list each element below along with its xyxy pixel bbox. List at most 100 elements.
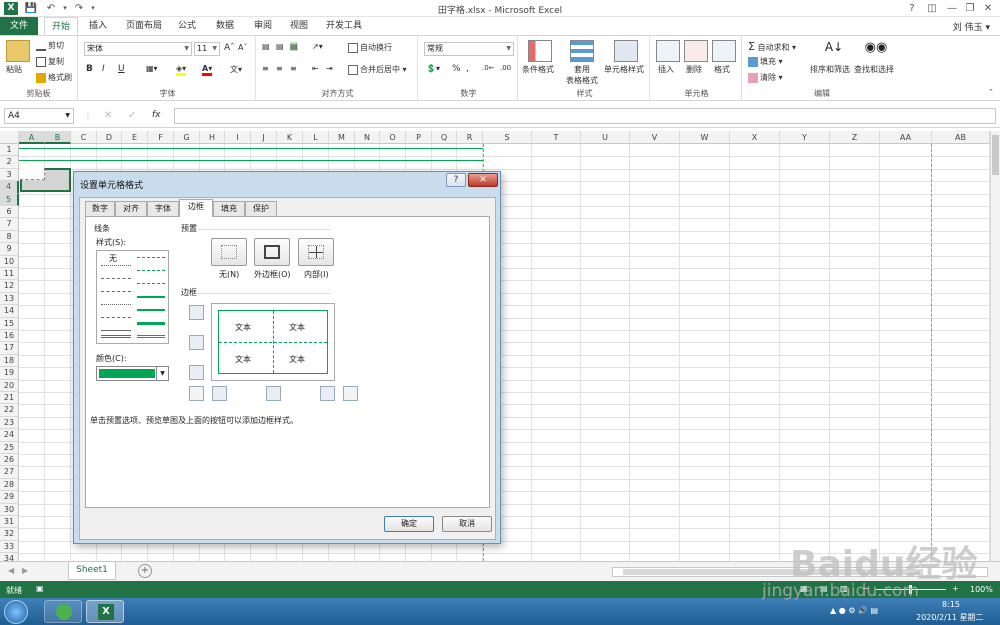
row-header[interactable]: 4 <box>0 181 19 194</box>
border-left-button[interactable] <box>212 386 227 401</box>
sheet-tab-sheet1[interactable]: Sheet1 <box>68 562 116 580</box>
row-header[interactable]: 9 <box>0 243 19 256</box>
bold-button[interactable]: B <box>86 64 93 74</box>
row-header[interactable]: 7 <box>0 218 19 231</box>
column-header[interactable]: S <box>483 131 532 144</box>
delete-cells-icon[interactable] <box>684 40 708 62</box>
sort-filter-button[interactable]: 排序和筛选 <box>810 64 850 75</box>
row-header[interactable]: 18 <box>0 354 19 368</box>
wrap-text-button[interactable]: 自动换行 <box>348 42 392 53</box>
column-header[interactable]: Y <box>780 131 830 144</box>
cell-styles-icon[interactable] <box>614 40 638 62</box>
row-header[interactable]: 30 <box>0 503 19 516</box>
row-header[interactable]: 27 <box>0 466 19 479</box>
column-header[interactable]: Z <box>830 131 880 144</box>
active-cell[interactable] <box>20 168 45 180</box>
line-style-list[interactable]: 无 <box>96 250 169 344</box>
binoculars-icon[interactable]: ◉◉ <box>864 40 888 62</box>
format-cells-button[interactable]: 格式 <box>714 64 730 75</box>
border-diagonal-up-button[interactable] <box>189 386 204 401</box>
comma-button[interactable]: , <box>466 64 469 74</box>
line-style-option[interactable] <box>137 296 165 298</box>
tab-review[interactable]: 审阅 <box>248 17 278 35</box>
column-header[interactable]: I <box>225 131 251 144</box>
align-center-icon[interactable]: ≡ <box>276 64 283 73</box>
row-header[interactable]: 34 <box>0 553 19 561</box>
row-header[interactable]: 19 <box>0 367 19 380</box>
line-style-option[interactable] <box>101 291 131 292</box>
insert-function-icon[interactable]: fx <box>152 110 161 120</box>
tab-formulas[interactable]: 公式 <box>172 17 202 35</box>
preset-outline-button[interactable] <box>254 238 290 266</box>
align-top-icon[interactable]: ▤ <box>262 42 270 51</box>
column-header[interactable]: V <box>630 131 680 144</box>
column-header[interactable]: M <box>329 131 355 144</box>
fill-button[interactable]: 填充 ▾ <box>748 56 783 67</box>
column-header[interactable]: Q <box>432 131 457 144</box>
row-header[interactable]: 25 <box>0 441 19 454</box>
preset-inside-button[interactable] <box>298 238 334 266</box>
column-header[interactable]: X <box>730 131 780 144</box>
taskbar-app-excel[interactable]: X <box>86 600 124 623</box>
line-style-option[interactable] <box>137 283 165 284</box>
row-header[interactable]: 32 <box>0 528 19 541</box>
tab-view[interactable]: 视图 <box>284 17 314 35</box>
column-header[interactable]: B <box>45 131 71 144</box>
column-header[interactable]: R <box>457 131 483 144</box>
minimize-icon[interactable]: — <box>942 1 962 16</box>
sort-filter-icon[interactable]: A↓ <box>822 40 846 62</box>
borders-icon[interactable]: ▦▾ <box>146 64 158 73</box>
format-table-button[interactable]: 套用 表格格式 <box>562 64 602 86</box>
row-header[interactable]: 13 <box>0 292 19 306</box>
line-style-option[interactable] <box>137 257 165 258</box>
shrink-font-icon[interactable]: Aˇ <box>238 43 247 52</box>
dialog-tab-number[interactable]: 数字 <box>85 201 115 216</box>
row-header[interactable]: 10 <box>0 255 19 268</box>
row-header[interactable]: 5 <box>0 193 19 206</box>
align-middle-icon[interactable]: ▤ <box>276 42 284 51</box>
merge-center-button[interactable]: 合并后居中 ▾ <box>348 64 407 75</box>
row-header[interactable]: 11 <box>0 268 19 281</box>
preset-none-button[interactable] <box>211 238 247 266</box>
tray-icons[interactable]: ▲ ● ⚙ 🔊 ▤ <box>830 606 878 615</box>
vertical-scrollbar[interactable] <box>990 131 1000 561</box>
column-header[interactable]: D <box>97 131 122 144</box>
column-header[interactable]: E <box>122 131 148 144</box>
tab-data[interactable]: 数据 <box>210 17 240 35</box>
taskbar-app-browser[interactable] <box>44 600 82 623</box>
row-header[interactable]: 20 <box>0 379 19 392</box>
line-style-option[interactable] <box>101 335 131 338</box>
add-sheet-button[interactable]: + <box>138 564 152 578</box>
tab-home[interactable]: 开始 <box>44 17 78 35</box>
format-painter-button[interactable]: 格式刷 <box>36 72 72 83</box>
prev-sheet-icon[interactable]: ◀ <box>8 566 14 575</box>
percent-button[interactable]: % <box>452 64 461 74</box>
border-inside-vertical-button[interactable] <box>266 386 281 401</box>
dialog-tab-fill[interactable]: 填充 <box>213 201 245 216</box>
row-header[interactable]: 8 <box>0 230 19 244</box>
column-header[interactable]: L <box>303 131 329 144</box>
border-diagonal-down-button[interactable] <box>343 386 358 401</box>
border-top-button[interactable] <box>189 305 204 320</box>
copy-button[interactable]: 复制 <box>36 56 64 67</box>
font-size-combo[interactable]: 11 ▼ <box>194 42 220 56</box>
line-style-none[interactable]: 无 <box>109 253 117 264</box>
line-style-option[interactable] <box>137 309 165 311</box>
format-cells-icon[interactable] <box>712 40 736 62</box>
column-header[interactable]: G <box>174 131 200 144</box>
next-sheet-icon[interactable]: ▶ <box>22 566 28 575</box>
number-format-combo[interactable]: 常规 ▼ <box>424 42 514 56</box>
align-left-icon[interactable]: ≡ <box>262 64 269 73</box>
line-style-option[interactable] <box>101 278 131 279</box>
line-style-option[interactable] <box>101 330 131 331</box>
dialog-close-button[interactable]: ✕ <box>468 173 498 187</box>
paste-button[interactable]: 粘贴 <box>6 64 22 75</box>
insert-cells-button[interactable]: 插入 <box>658 64 674 75</box>
row-header[interactable]: 33 <box>0 540 19 554</box>
column-header[interactable]: T <box>532 131 581 144</box>
confirm-entry-icon[interactable]: ✓ <box>128 110 136 121</box>
dialog-tab-alignment[interactable]: 对齐 <box>115 201 147 216</box>
row-header[interactable]: 22 <box>0 404 19 417</box>
italic-button[interactable]: I <box>102 64 105 74</box>
paste-icon[interactable] <box>6 40 30 62</box>
